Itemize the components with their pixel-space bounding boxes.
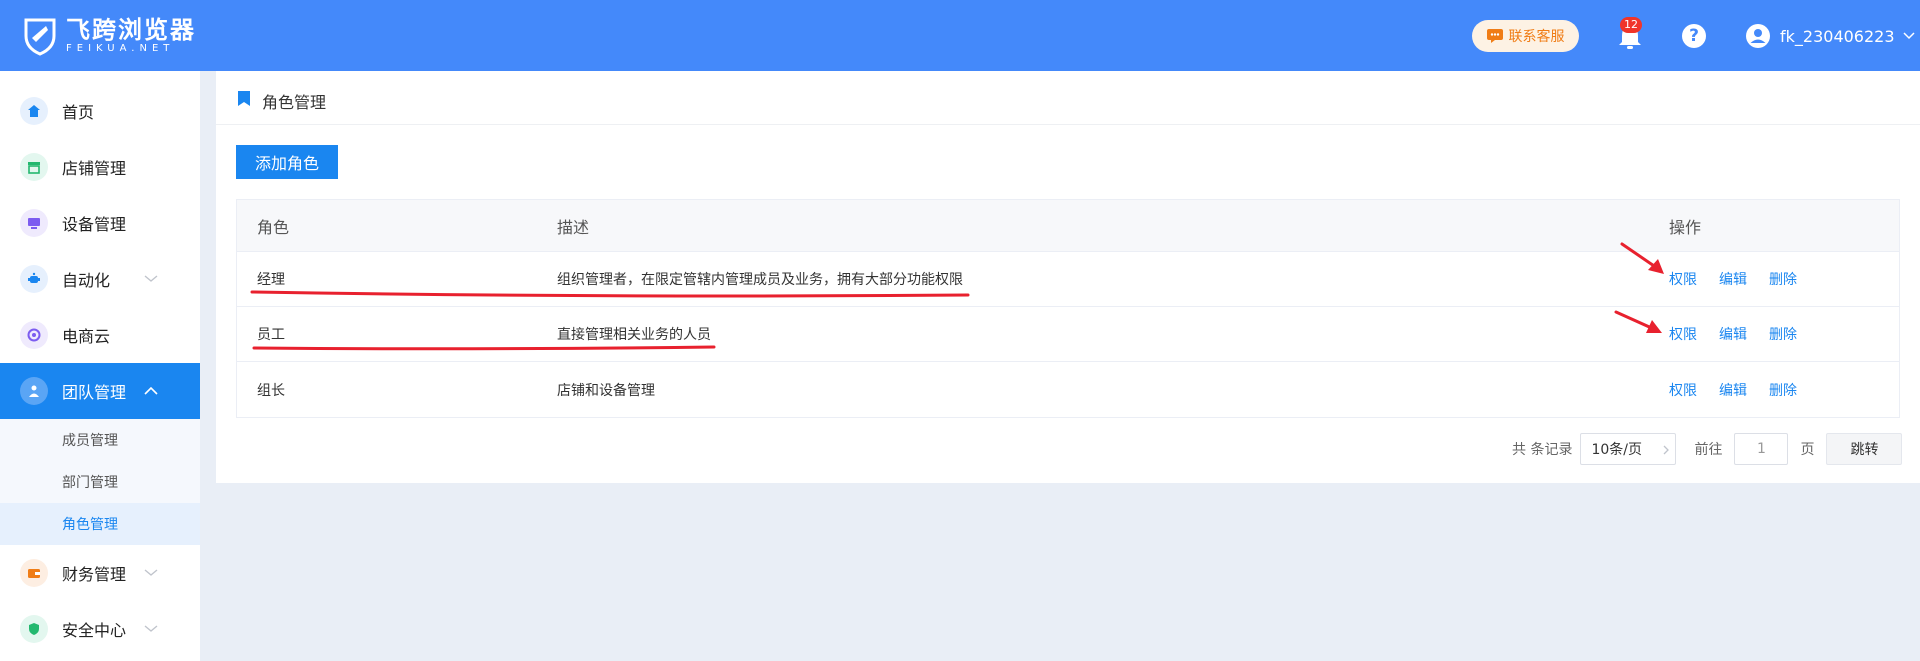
permission-link[interactable]: 权限 — [1669, 380, 1697, 400]
store-icon — [20, 153, 48, 181]
column-header-role: 角色 — [257, 217, 290, 237]
wallet-icon — [20, 559, 48, 587]
table-row: 员工 直接管理相关业务的人员 权限 编辑 删除 — [237, 307, 1899, 362]
sidebar: 首页 店铺管理 设备管理 自动化 电商云 团队管理 成员管理 部门管理 角色管理… — [0, 71, 200, 661]
home-icon — [20, 97, 48, 125]
column-header-actions: 操作 — [1669, 217, 1702, 237]
contact-support-label: 联系客服 — [1508, 29, 1565, 45]
permission-link[interactable]: 权限 — [1669, 269, 1697, 289]
jump-button[interactable]: 跳转 — [1826, 433, 1903, 465]
brand-domain: FEIKUA.NET — [66, 43, 175, 54]
page-number-input[interactable] — [1734, 433, 1789, 465]
team-icon — [20, 377, 48, 405]
delete-link[interactable]: 删除 — [1769, 269, 1797, 289]
bookmark-icon — [238, 91, 250, 106]
sidebar-item-devices[interactable]: 设备管理 — [0, 195, 200, 251]
help-icon[interactable]: ? — [1682, 24, 1706, 48]
table-row: 组长 店铺和设备管理 权限 编辑 删除 — [237, 362, 1899, 417]
row-actions: 权限 编辑 删除 — [1669, 252, 1819, 306]
roles-table: 角色 描述 操作 经理 组织管理者，在限定管辖内管理成员及业务，拥有大部分功能权… — [236, 199, 1900, 418]
notification-badge: 12 — [1620, 17, 1642, 33]
device-icon — [20, 209, 48, 237]
logo-shield-icon — [24, 18, 56, 56]
role-description: 组织管理者，在限定管辖内管理成员及业务，拥有大部分功能权限 — [557, 272, 963, 288]
chat-icon — [1486, 29, 1503, 43]
role-name: 经理 — [257, 272, 285, 288]
edit-link[interactable]: 编辑 — [1719, 324, 1747, 344]
role-description: 店铺和设备管理 — [557, 382, 655, 399]
goto-label: 前往 — [1694, 442, 1723, 458]
row-actions: 权限 编辑 删除 — [1669, 362, 1819, 417]
sidebar-item-automation[interactable]: 自动化 — [0, 251, 200, 307]
delete-link[interactable]: 删除 — [1769, 380, 1797, 400]
role-description: 直接管理相关业务的人员 — [557, 327, 711, 343]
sidebar-item-stores[interactable]: 店铺管理 — [0, 139, 200, 195]
sidebar-item-home[interactable]: 首页 — [0, 83, 200, 139]
column-header-description: 描述 — [557, 217, 590, 237]
role-name: 组长 — [257, 382, 285, 399]
shield-icon — [20, 615, 48, 643]
edit-link[interactable]: 编辑 — [1719, 269, 1747, 289]
chevron-down-icon — [144, 569, 158, 576]
pagination: 共 条记录 10条/页 前往 页 跳转 — [1512, 432, 1903, 466]
sidebar-item-ecommerce-cloud[interactable]: 电商云 — [0, 307, 200, 363]
page-size-select[interactable]: 10条/页 — [1580, 433, 1677, 465]
brand-logo[interactable]: 飞跨浏览器 FEIKUA.NET — [22, 14, 222, 58]
page-unit-label: 页 — [1800, 442, 1815, 458]
chevron-up-icon — [144, 387, 158, 395]
sidebar-subitem-members[interactable]: 成员管理 — [0, 419, 200, 461]
panel-header: 角色管理 — [216, 71, 1920, 125]
chevron-down-icon — [144, 625, 158, 632]
role-name: 员工 — [257, 327, 285, 343]
sidebar-subitem-roles[interactable]: 角色管理 — [0, 503, 200, 545]
brand-name: 飞跨浏览器 — [66, 16, 196, 44]
robot-icon — [20, 265, 48, 293]
chevron-down-icon — [1902, 32, 1915, 40]
role-management-panel: 角色管理 添加角色 角色 描述 操作 经理 组织管理者，在限定管辖内管理成员及业… — [216, 71, 1920, 483]
cloud-icon — [20, 321, 48, 349]
delete-link[interactable]: 删除 — [1769, 324, 1797, 344]
table-header-row: 角色 描述 操作 — [237, 200, 1899, 252]
contact-support-button[interactable]: 联系客服 — [1472, 20, 1579, 52]
chevron-right-icon — [1663, 445, 1670, 455]
sidebar-item-finance[interactable]: 财务管理 — [0, 545, 200, 601]
table-row: 经理 组织管理者，在限定管辖内管理成员及业务，拥有大部分功能权限 权限 编辑 删… — [237, 252, 1899, 307]
permission-link[interactable]: 权限 — [1669, 324, 1697, 344]
username: fk_230406223 — [1780, 26, 1895, 46]
page-title: 角色管理 — [262, 93, 327, 112]
edit-link[interactable]: 编辑 — [1719, 380, 1747, 400]
chevron-down-icon — [144, 275, 158, 282]
row-actions: 权限 编辑 删除 — [1669, 307, 1819, 361]
sidebar-item-security[interactable]: 安全中心 — [0, 601, 200, 657]
sidebar-subitem-departments[interactable]: 部门管理 — [0, 461, 200, 503]
sidebar-item-team[interactable]: 团队管理 — [0, 363, 200, 419]
add-role-button[interactable]: 添加角色 — [236, 145, 338, 179]
user-menu[interactable]: fk_230406223 — [1746, 22, 1915, 50]
total-records-label: 共 条记录 — [1512, 442, 1573, 458]
user-avatar-icon — [1746, 24, 1770, 48]
page-size-value: 10条/页 — [1591, 442, 1642, 458]
top-header: 飞跨浏览器 FEIKUA.NET 联系客服 12 ? fk_230406223 — [0, 0, 1920, 71]
